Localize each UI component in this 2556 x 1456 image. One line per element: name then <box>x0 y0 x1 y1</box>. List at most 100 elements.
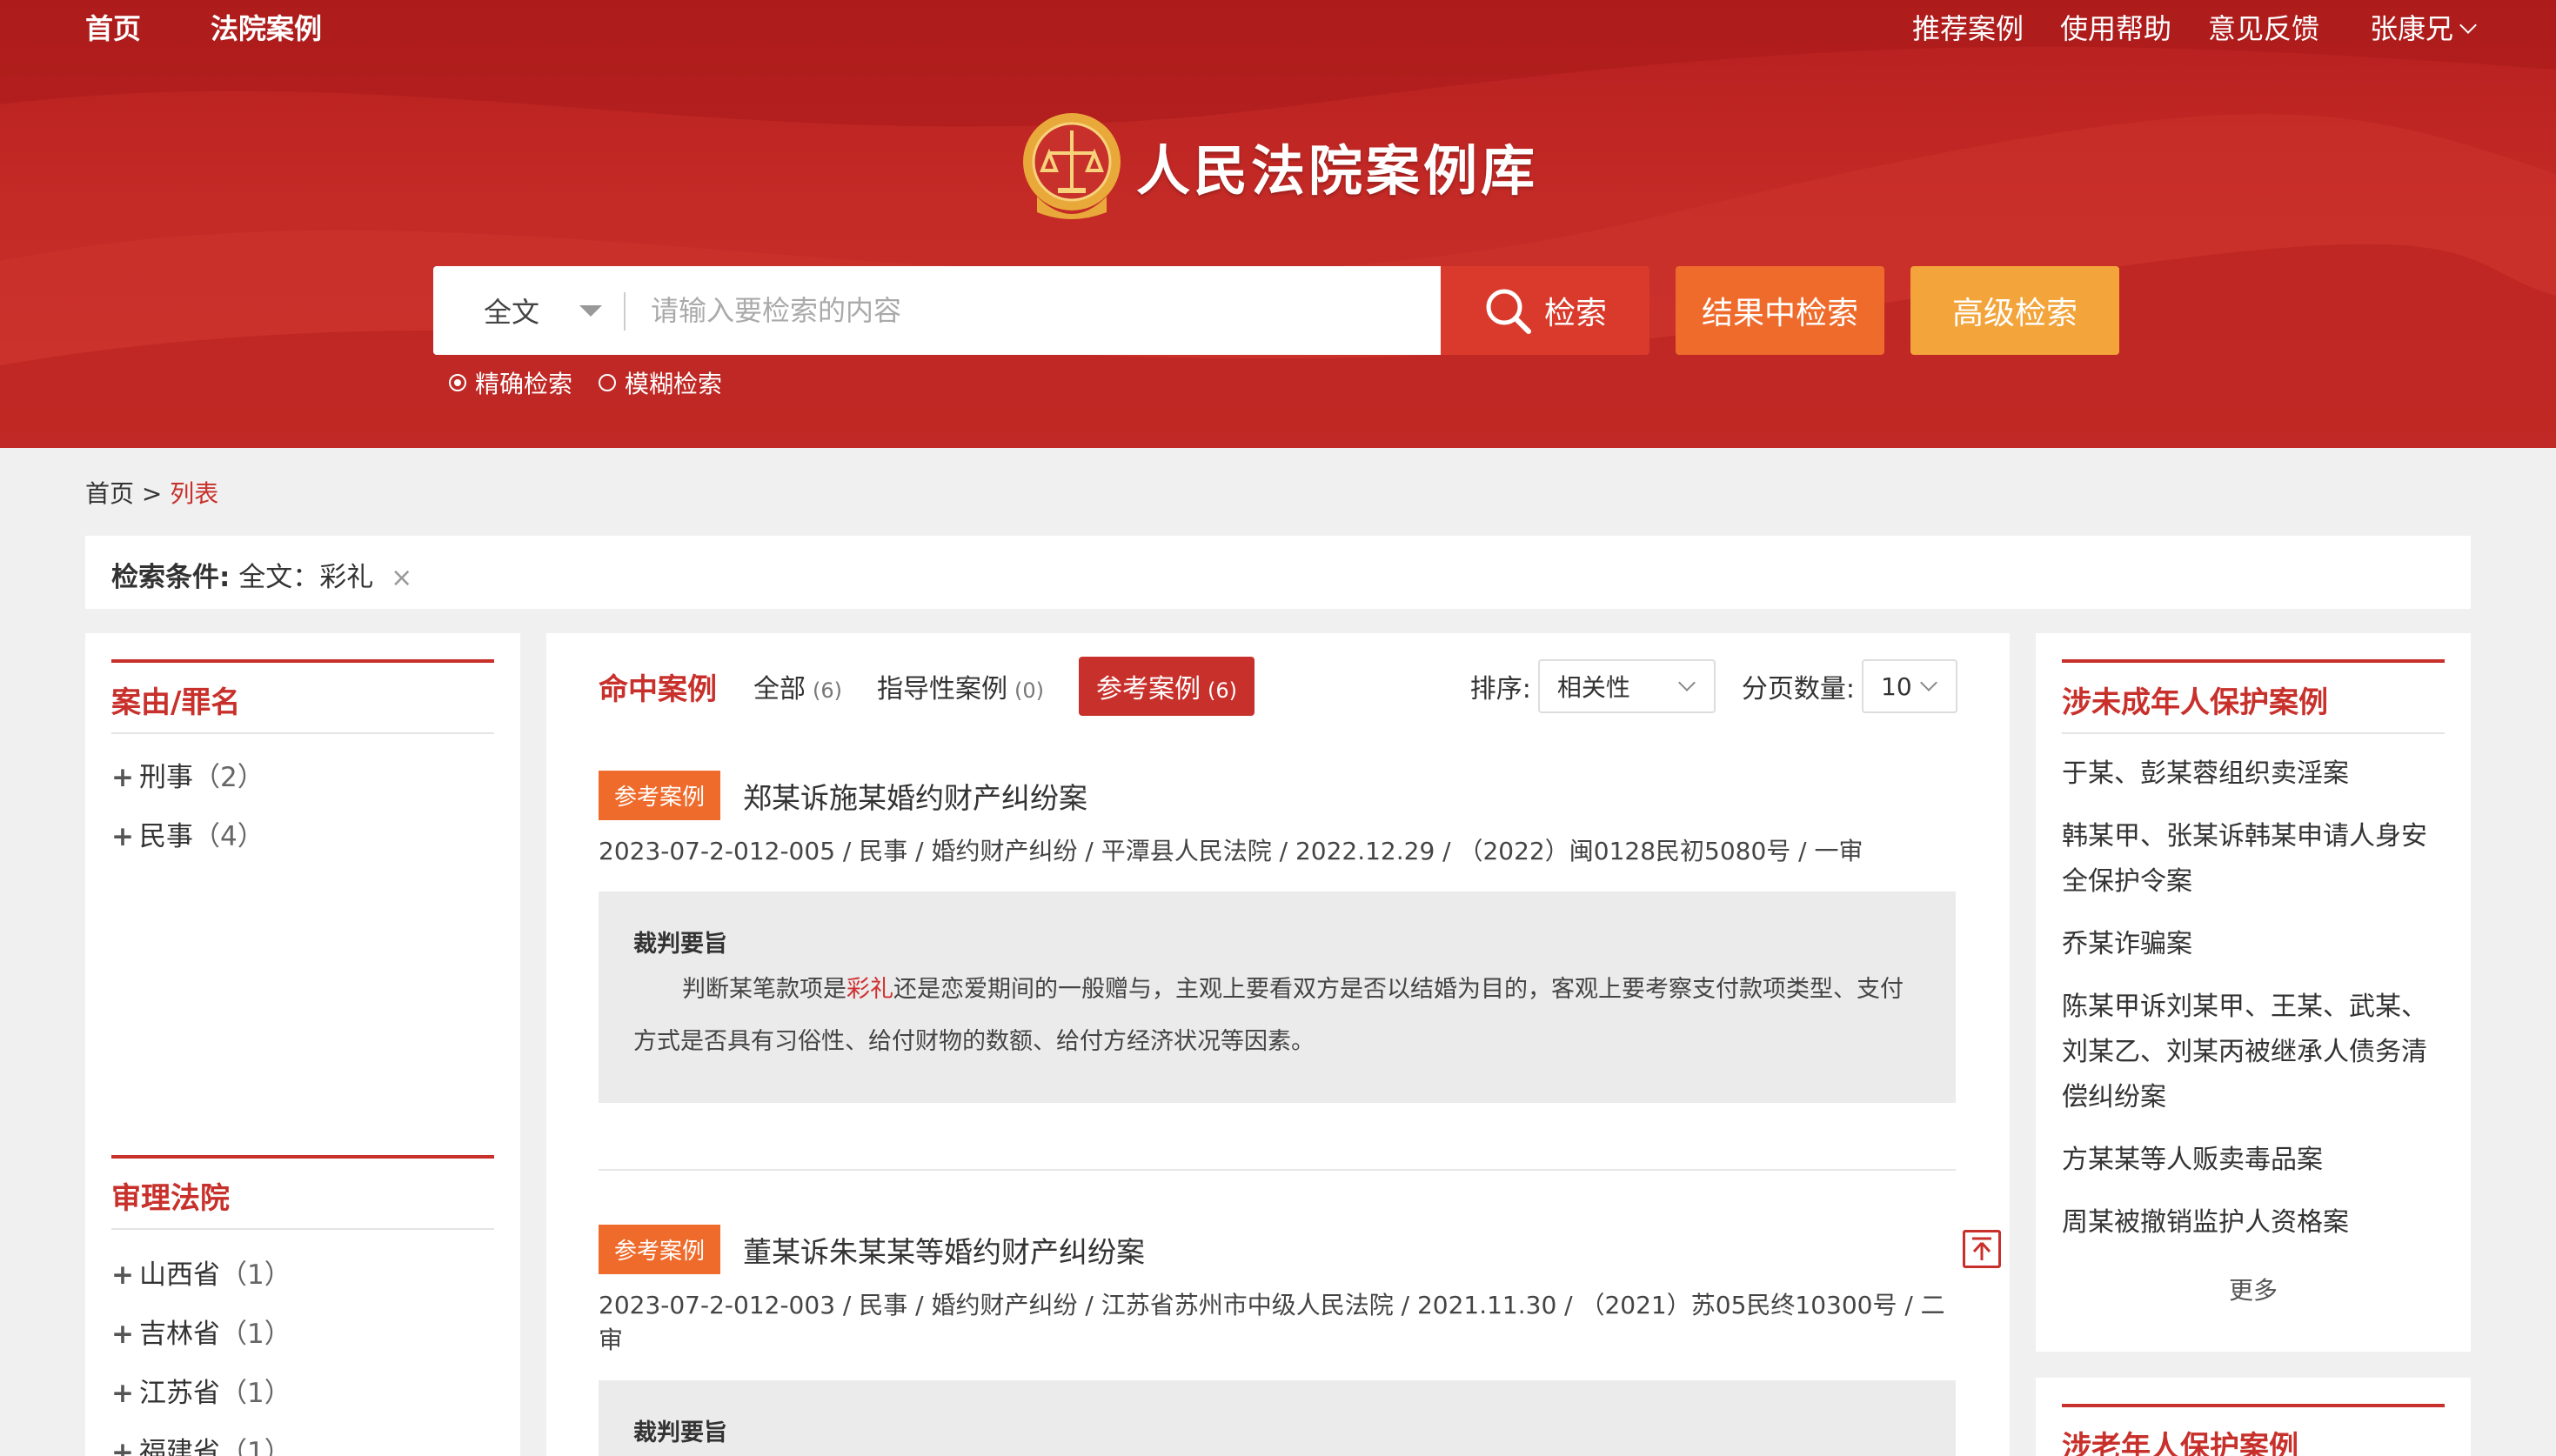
case-title-link[interactable]: 董某诉朱某某等婚约财产纠纷案 <box>743 1235 1145 1269</box>
search-condition-bar: 检索条件: 全文：彩礼 × <box>85 536 2471 609</box>
radio-checked-icon <box>449 374 466 391</box>
filter-sidebar: 案由/罪名 + 刑事（2） + 民事（4） 审理法院 + 山西省（1） + 吉林省（1）… <box>85 633 520 1456</box>
cause-count: （4） <box>192 821 264 852</box>
cause-count: （2） <box>192 762 264 793</box>
summary-text-part: 判断某笔款项是 <box>682 976 846 1003</box>
page-size-value: 10 <box>1881 671 1912 701</box>
court-label: 福建省 <box>138 1437 220 1456</box>
tab-label: 参考案例 <box>1096 674 1201 705</box>
minor-case-link[interactable]: 乔某诈骗案 <box>2062 922 2445 967</box>
mode-exact-label: 精确检索 <box>475 370 573 398</box>
case-title-link[interactable]: 郑某诉施某婚约财产纠纷案 <box>743 781 1087 815</box>
court-item-jiangsu[interactable]: + 江苏省（1） <box>111 1371 291 1410</box>
nav-feedback[interactable]: 意见反馈 <box>2208 9 2319 49</box>
search-input[interactable] <box>651 282 1416 339</box>
radio-unchecked-icon <box>599 374 617 391</box>
case-card: 参考案例 郑某诉施某婚约财产纠纷案 2023-07-2-012-005 / 民事 … <box>599 771 1956 1103</box>
elderly-cases-title: 涉老年人保护案例 <box>2062 1404 2445 1456</box>
expand-plus-icon[interactable]: + <box>111 1378 134 1409</box>
results-panel: 命中案例 全部 (6) 指导性案例 (0) 参考案例 (6) 排序: 相关性 分页数量… <box>546 633 2010 1456</box>
nav-help[interactable]: 使用帮助 <box>2060 9 2171 49</box>
remove-condition-icon[interactable]: × <box>391 563 412 593</box>
tab-label: 指导性案例 <box>877 674 1007 705</box>
sort-select[interactable]: 相关性 <box>1537 659 1716 713</box>
mode-fuzzy-radio[interactable]: 模糊检索 <box>599 365 722 400</box>
chevron-down-icon <box>1920 674 1937 691</box>
user-menu[interactable]: 张康兄 <box>2370 9 2477 49</box>
expand-plus-icon[interactable]: + <box>111 1437 134 1456</box>
cause-label: 民事 <box>138 821 193 852</box>
summary-title: 裁判要旨 <box>633 1419 727 1446</box>
tab-guiding-cases[interactable]: 指导性案例 (0) <box>877 667 1044 705</box>
minor-case-link[interactable]: 方某某等人贩卖毒品案 <box>2062 1138 2445 1183</box>
case-summary: 裁判要旨 判断某笔款项是彩礼还是恋爱期间的一般赠与，主观上要看双方是否以结婚为目… <box>599 892 1956 1103</box>
court-label: 江苏省 <box>138 1378 220 1409</box>
nav-court-cases[interactable]: 法院案例 <box>211 9 322 49</box>
header-banner: 首页 法院案例 推荐案例 使用帮助 意见反馈 张康兄 人民法院案例库 全文 检索 <box>0 0 2556 448</box>
court-emblem-icon <box>1023 113 1121 219</box>
search-mode-group: 精确检索 模糊检索 <box>449 365 722 400</box>
tab-count: (6) <box>813 678 842 703</box>
case-meta: 2023-07-2-012-005 / 民事 / 婚约财产纠纷 / 平潭县人民法… <box>599 837 1863 865</box>
minor-case-link[interactable]: 于某、彭某蓉组织卖淫案 <box>2062 751 2445 797</box>
hit-cases-label: 命中案例 <box>599 671 717 707</box>
banner-background <box>0 0 2556 448</box>
search-scope-select[interactable]: 全文 <box>484 291 539 331</box>
advanced-search-button[interactable]: 高级检索 <box>1910 266 2119 355</box>
tab-all[interactable]: 全部 (6) <box>753 667 842 705</box>
sort-controls: 排序: 相关性 分页数量: 10 <box>1470 659 1957 713</box>
elderly-protection-panel: 涉老年人保护案例 <box>2036 1378 2471 1456</box>
back-to-top-button[interactable] <box>1963 1230 2001 1268</box>
search-button[interactable]: 检索 <box>1441 266 1649 355</box>
mode-fuzzy-label: 模糊检索 <box>625 370 723 398</box>
court-label: 山西省 <box>138 1259 220 1291</box>
nav-recommended-cases[interactable]: 推荐案例 <box>1912 9 2024 49</box>
cause-filter-title: 案由/罪名 <box>111 659 494 734</box>
sort-label: 排序: <box>1469 674 1531 705</box>
more-link[interactable]: 更多 <box>2036 1272 2471 1306</box>
chevron-down-icon <box>2459 17 2477 34</box>
keyword-highlight: 彩礼 <box>846 976 893 1003</box>
minor-case-link[interactable]: 韩某甲、张某诉韩某申请人身安全保护令案 <box>2062 814 2445 905</box>
minor-cases-title: 涉未成年人保护案例 <box>2062 659 2445 734</box>
case-card: 参考案例 董某诉朱某某等婚约财产纠纷案 2023-07-2-012-003 / 民… <box>599 1225 1956 1456</box>
minor-case-link[interactable]: 周某被撤销监护人资格案 <box>2062 1200 2445 1246</box>
expand-plus-icon[interactable]: + <box>111 1319 134 1350</box>
cause-item-criminal[interactable]: + 刑事（2） <box>111 755 264 794</box>
court-filter-title: 审理法院 <box>111 1155 494 1230</box>
court-count: （1） <box>219 1437 291 1456</box>
search-within-results-button[interactable]: 结果中检索 <box>1676 266 1884 355</box>
minor-case-link[interactable]: 陈某甲诉刘某甲、王某、武某、刘某乙、刘某丙被继承人债务清偿纠纷案 <box>2062 985 2445 1120</box>
chevron-down-icon <box>1677 674 1696 691</box>
expand-plus-icon[interactable]: + <box>111 762 134 793</box>
expand-plus-icon[interactable]: + <box>111 1259 134 1291</box>
condition-value: 全文：彩礼 <box>238 562 374 593</box>
cause-label: 刑事 <box>138 762 193 793</box>
breadcrumb-home[interactable]: 首页 <box>85 479 134 508</box>
court-item-fujian[interactable]: + 福建省（1） <box>111 1430 291 1456</box>
expand-plus-icon[interactable]: + <box>111 821 134 852</box>
nav-home[interactable]: 首页 <box>85 9 141 49</box>
cause-item-civil[interactable]: + 民事（4） <box>111 814 264 853</box>
summary-text: 判断某笔款项是彩礼还是恋爱期间的一般赠与，主观上要看双方是否以结婚为目的，客观上… <box>633 964 1921 1068</box>
search-divider <box>624 292 626 331</box>
court-item-jilin[interactable]: + 吉林省（1） <box>111 1312 291 1351</box>
caret-down-icon[interactable] <box>579 305 602 317</box>
tab-count: (0) <box>1014 678 1044 703</box>
tab-reference-cases[interactable]: 参考案例 (6) <box>1079 657 1255 716</box>
breadcrumb: 首页 > 列表 <box>85 475 218 510</box>
case-meta: 2023-07-2-012-003 / 民事 / 婚约财产纠纷 / 江苏省苏州市… <box>599 1291 1945 1354</box>
page-size-select[interactable]: 10 <box>1862 659 1957 713</box>
minor-protection-panel: 涉未成年人保护案例 于某、彭某蓉组织卖淫案 韩某甲、张某诉韩某申请人身安全保护令… <box>2036 633 2471 1352</box>
mode-exact-radio[interactable]: 精确检索 <box>449 365 572 400</box>
court-item-shanxi[interactable]: + 山西省（1） <box>111 1252 291 1292</box>
search-bar: 全文 <box>433 266 1441 355</box>
result-tabs: 命中案例 全部 (6) 指导性案例 (0) 参考案例 (6) <box>599 657 1289 716</box>
search-icon <box>1486 289 1531 334</box>
page-size-label: 分页数量: <box>1741 674 1855 705</box>
court-count: （1） <box>219 1319 291 1350</box>
summary-title: 裁判要旨 <box>633 931 727 958</box>
court-label: 吉林省 <box>138 1319 220 1350</box>
condition-label: 检索条件: <box>111 562 231 593</box>
tab-label: 全部 <box>753 674 806 705</box>
